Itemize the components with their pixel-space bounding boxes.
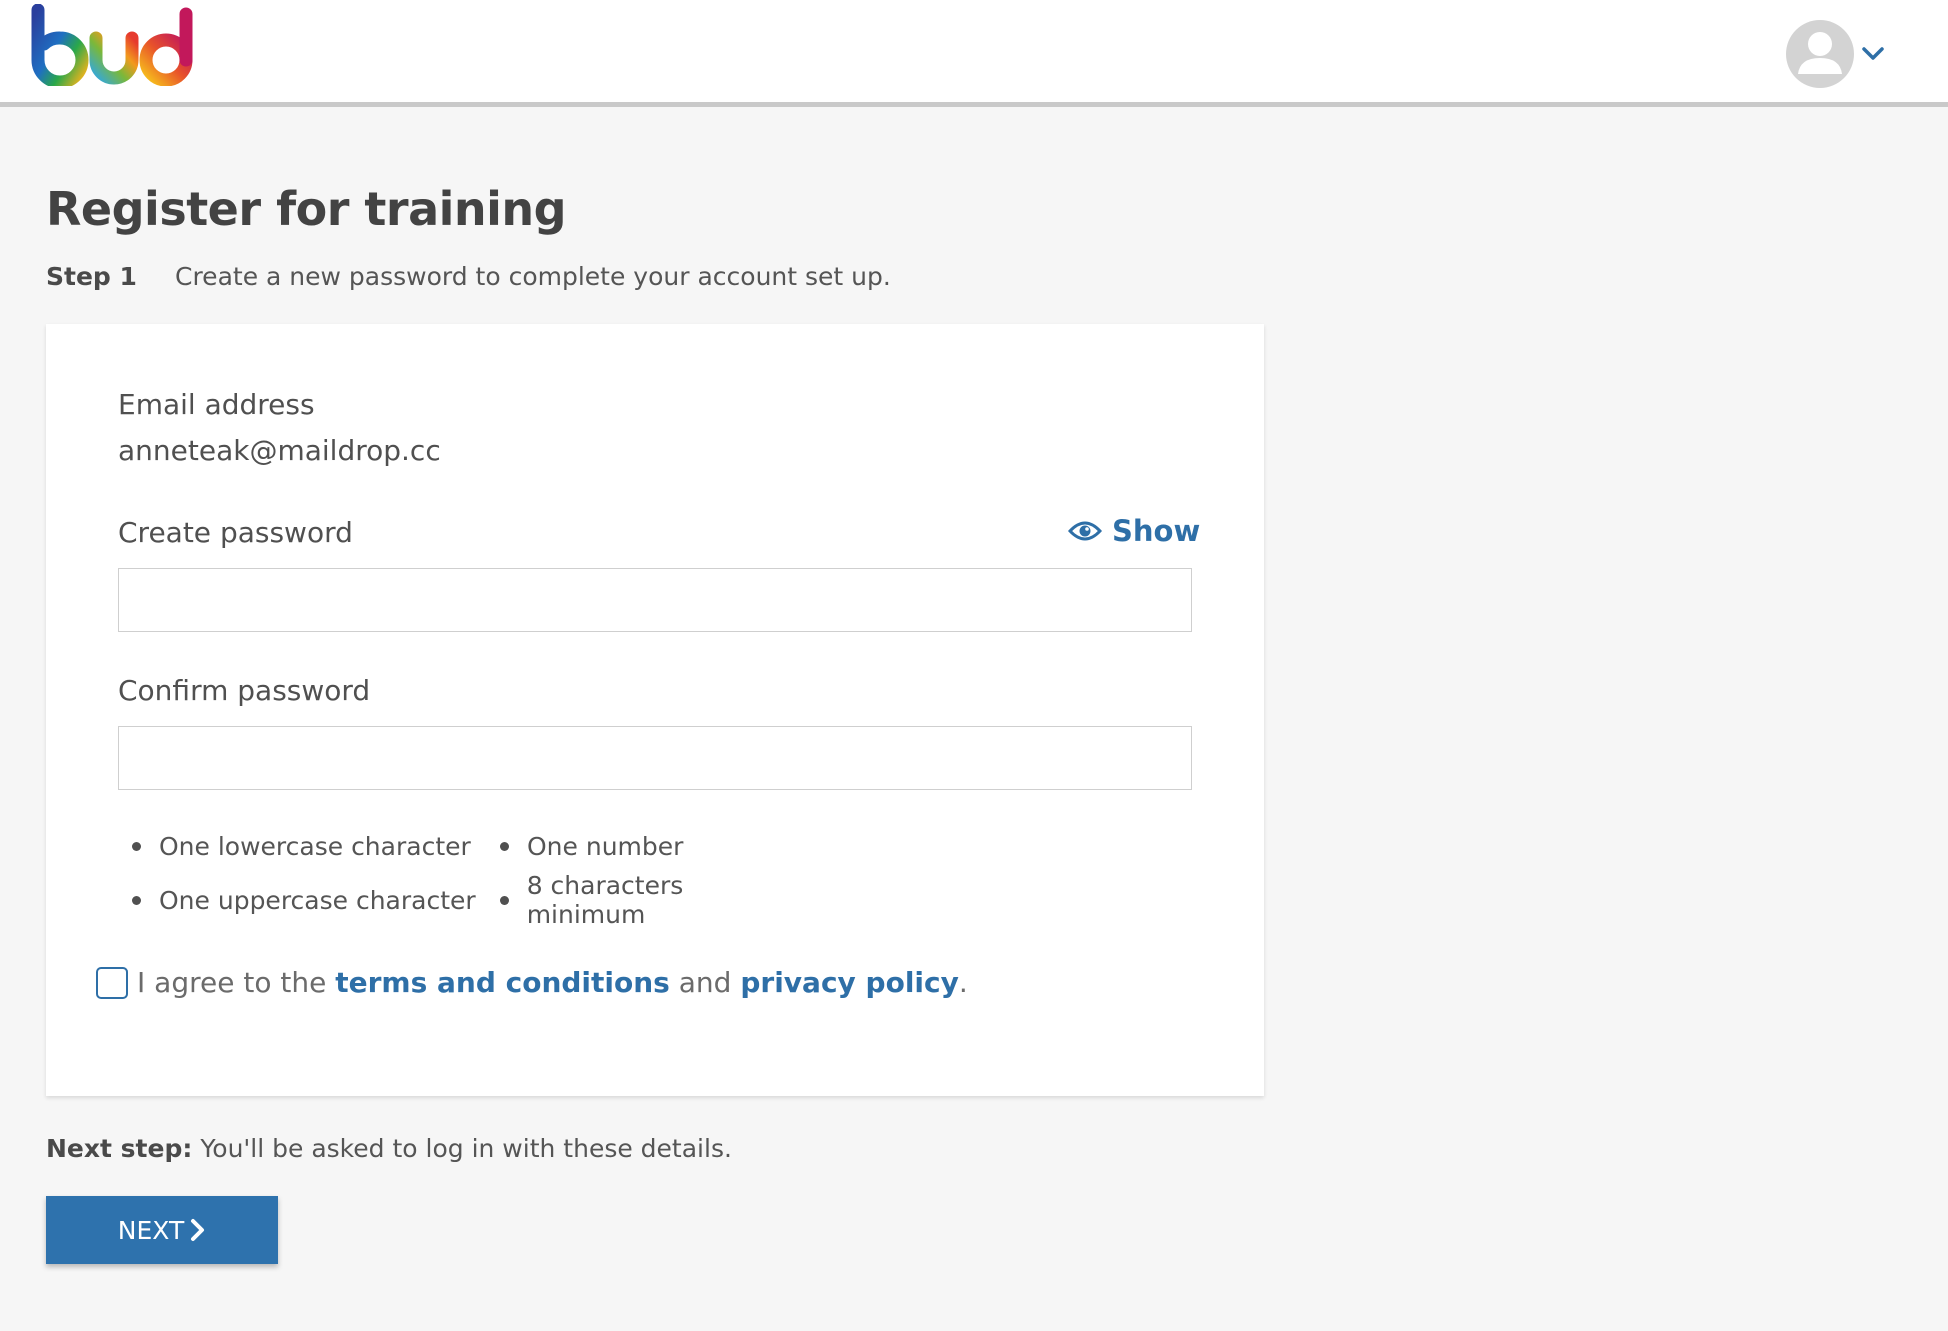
email-value: anneteak@maildrop.cc [118, 434, 441, 467]
rule-item: One uppercase character [132, 871, 500, 929]
privacy-link[interactable]: privacy policy [740, 966, 959, 999]
confirm-password-input[interactable] [118, 726, 1192, 790]
rule-item: One number [500, 832, 800, 861]
show-label: Show [1112, 514, 1201, 548]
page-title: Register for training [46, 182, 567, 236]
next-step-note: Next step: You'll be asked to log in wit… [46, 1134, 732, 1163]
step-row: Step 1 Create a new password to complete… [46, 262, 891, 291]
rule-item: 8 characters minimum [500, 871, 800, 929]
password-rules: One lowercase character One number One u… [132, 832, 800, 929]
eye-icon [1068, 521, 1102, 541]
chevron-down-icon[interactable] [1862, 47, 1884, 61]
agree-middle: and [678, 966, 732, 999]
top-header [0, 0, 1948, 107]
chevron-right-icon [191, 1219, 205, 1241]
user-icon[interactable] [1786, 20, 1854, 88]
email-label: Email address [118, 388, 315, 421]
rule-item: One lowercase character [132, 832, 500, 861]
step-label: Step 1 [46, 262, 137, 291]
create-password-input[interactable] [118, 568, 1192, 632]
next-step-text: You'll be asked to log in with these det… [200, 1134, 732, 1163]
next-step-label: Next step: [46, 1134, 193, 1163]
user-menu[interactable] [1786, 20, 1884, 88]
agree-row: I agree to the terms and conditions and … [96, 966, 968, 999]
confirm-password-label: Confirm password [118, 674, 371, 707]
agree-suffix: . [958, 966, 968, 999]
terms-link[interactable]: terms and conditions [335, 966, 670, 999]
agree-checkbox[interactable] [96, 966, 128, 999]
agree-prefix: I agree to the [137, 966, 327, 999]
create-password-label: Create password [118, 516, 353, 549]
step-description: Create a new password to complete your a… [175, 262, 891, 291]
show-password-toggle[interactable]: Show [1068, 514, 1200, 548]
next-button[interactable]: NEXT [46, 1196, 278, 1264]
bud-logo[interactable] [30, 4, 202, 86]
registration-card: Email address anneteak@maildrop.cc Creat… [46, 324, 1264, 1096]
next-button-label: NEXT [117, 1215, 185, 1245]
